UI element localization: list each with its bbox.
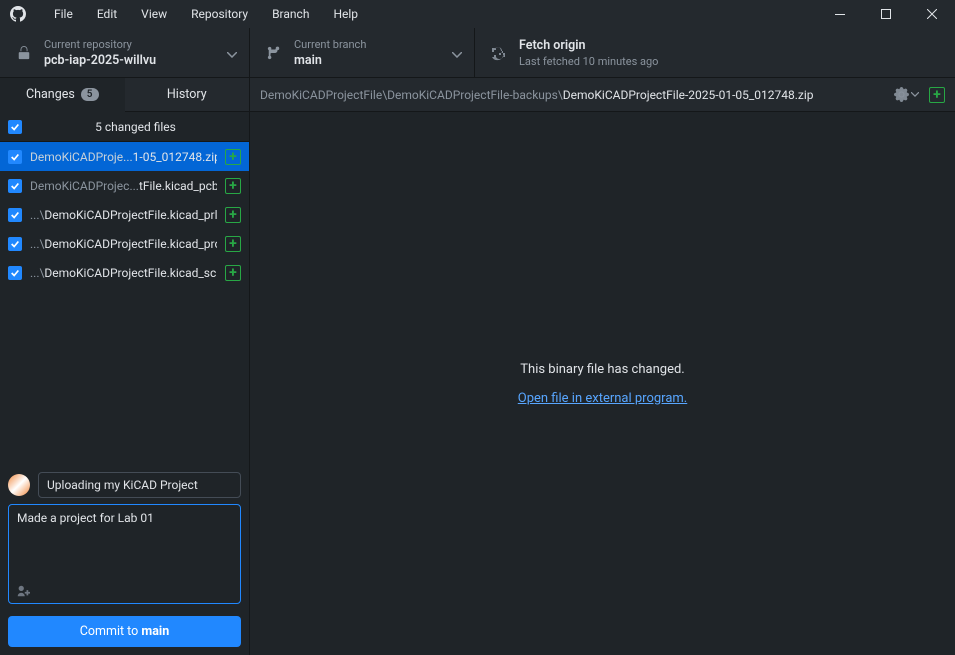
user-avatar (8, 474, 30, 496)
sidebar-tabs: Changes 5 History (0, 78, 249, 112)
file-added-icon: + (225, 236, 241, 252)
window-close-button[interactable] (909, 0, 955, 28)
file-name-label: ...\DemoKiCADProjectFile.kicad_prl (30, 208, 217, 222)
changes-count-label: 5 changed files (30, 120, 241, 134)
file-added-icon: + (225, 207, 241, 223)
commit-button[interactable]: Commit to main (8, 616, 241, 647)
file-checkbox[interactable] (8, 237, 22, 251)
file-checkbox[interactable] (8, 208, 22, 222)
diff-path-prefix: DemoKiCADProjectFile\DemoKiCADProjectFil… (260, 88, 563, 102)
tab-changes[interactable]: Changes 5 (0, 78, 125, 112)
header-toolbar: Current repository pcb-iap-2025-willvu C… (0, 28, 955, 78)
add-coauthor-icon[interactable] (16, 583, 30, 602)
repo-value: pcb-iap-2025-willvu (44, 53, 233, 68)
changes-count-badge: 5 (81, 88, 99, 101)
titlebar: File Edit View Repository Branch Help (0, 0, 955, 28)
file-added-icon: + (929, 87, 945, 103)
repo-label: Current repository (44, 38, 233, 51)
file-checkbox[interactable] (8, 266, 22, 280)
menu-branch[interactable]: Branch (262, 3, 319, 25)
changed-file-item[interactable]: DemoKiCADProjec...tFile.kicad_pcb + (0, 171, 249, 200)
window-maximize-button[interactable] (863, 0, 909, 28)
chevron-down-icon (227, 43, 237, 62)
menu-repository[interactable]: Repository (181, 3, 258, 25)
diff-body: This binary file has changed. Open file … (250, 112, 955, 655)
menu-edit[interactable]: Edit (87, 3, 127, 25)
sidebar: Changes 5 History 5 changed files DemoKi… (0, 78, 250, 655)
file-added-icon: + (225, 149, 241, 165)
fetch-detail: Last fetched 10 minutes ago (519, 55, 939, 68)
current-branch-dropdown[interactable]: Current branch main (250, 28, 475, 77)
commit-button-prefix: Commit to (80, 624, 142, 639)
changed-file-item[interactable]: ...\DemoKiCADProjectFile.kicad_pro + (0, 229, 249, 258)
changed-file-item[interactable]: ...\DemoKiCADProjectFile.kicad_prl + (0, 200, 249, 229)
fetch-label: Fetch origin (519, 38, 939, 53)
branch-icon (266, 45, 282, 61)
file-checkbox[interactable] (8, 179, 22, 193)
current-repository-dropdown[interactable]: Current repository pcb-iap-2025-willvu (0, 28, 250, 77)
diff-header: DemoKiCADProjectFile\DemoKiCADProjectFil… (250, 78, 955, 112)
file-checkbox[interactable] (8, 150, 22, 164)
tab-history-label: History (167, 87, 207, 102)
changed-files-list: DemoKiCADProje...1-05_012748.zip+DemoKiC… (0, 142, 249, 462)
select-all-checkbox[interactable] (8, 120, 22, 134)
open-external-link[interactable]: Open file in external program. (518, 391, 687, 406)
file-added-icon: + (225, 178, 241, 194)
menu-file[interactable]: File (44, 3, 83, 25)
file-added-icon: + (225, 265, 241, 281)
commit-description-input[interactable] (8, 504, 241, 604)
changes-header: 5 changed files (0, 112, 249, 142)
diff-pane: DemoKiCADProjectFile\DemoKiCADProjectFil… (250, 78, 955, 655)
file-name-label: ...\DemoKiCADProjectFile.kicad_pro (30, 237, 217, 251)
menu-help[interactable]: Help (323, 3, 368, 25)
file-name-label: DemoKiCADProjec...tFile.kicad_pcb (30, 179, 217, 193)
github-logo-icon (10, 6, 26, 22)
tab-history[interactable]: History (125, 78, 250, 111)
fetch-origin-button[interactable]: Fetch origin Last fetched 10 minutes ago (475, 28, 955, 77)
sync-icon (491, 45, 507, 61)
binary-file-message: This binary file has changed. (520, 362, 684, 377)
tab-changes-label: Changes (26, 87, 75, 102)
changed-file-item[interactable]: DemoKiCADProje...1-05_012748.zip + (0, 142, 249, 171)
branch-value: main (294, 53, 458, 68)
changed-file-item[interactable]: ...\DemoKiCADProjectFile.kicad_sch + (0, 258, 249, 287)
commit-summary-input[interactable] (38, 472, 241, 498)
menu-view[interactable]: View (131, 3, 177, 25)
window-minimize-button[interactable] (817, 0, 863, 28)
diff-file-path: DemoKiCADProjectFile\DemoKiCADProjectFil… (260, 88, 884, 102)
chevron-down-icon (452, 43, 462, 62)
commit-button-branch: main (141, 624, 169, 639)
diff-settings-button[interactable] (894, 87, 919, 102)
file-name-label: DemoKiCADProje...1-05_012748.zip (30, 150, 217, 164)
lock-icon (16, 45, 32, 61)
commit-area: Commit to main (0, 462, 249, 655)
diff-filename: DemoKiCADProjectFile-2025-01-05_012748.z… (563, 88, 814, 102)
branch-label: Current branch (294, 38, 458, 51)
menubar: File Edit View Repository Branch Help (44, 3, 368, 25)
file-name-label: ...\DemoKiCADProjectFile.kicad_sch (30, 266, 217, 280)
